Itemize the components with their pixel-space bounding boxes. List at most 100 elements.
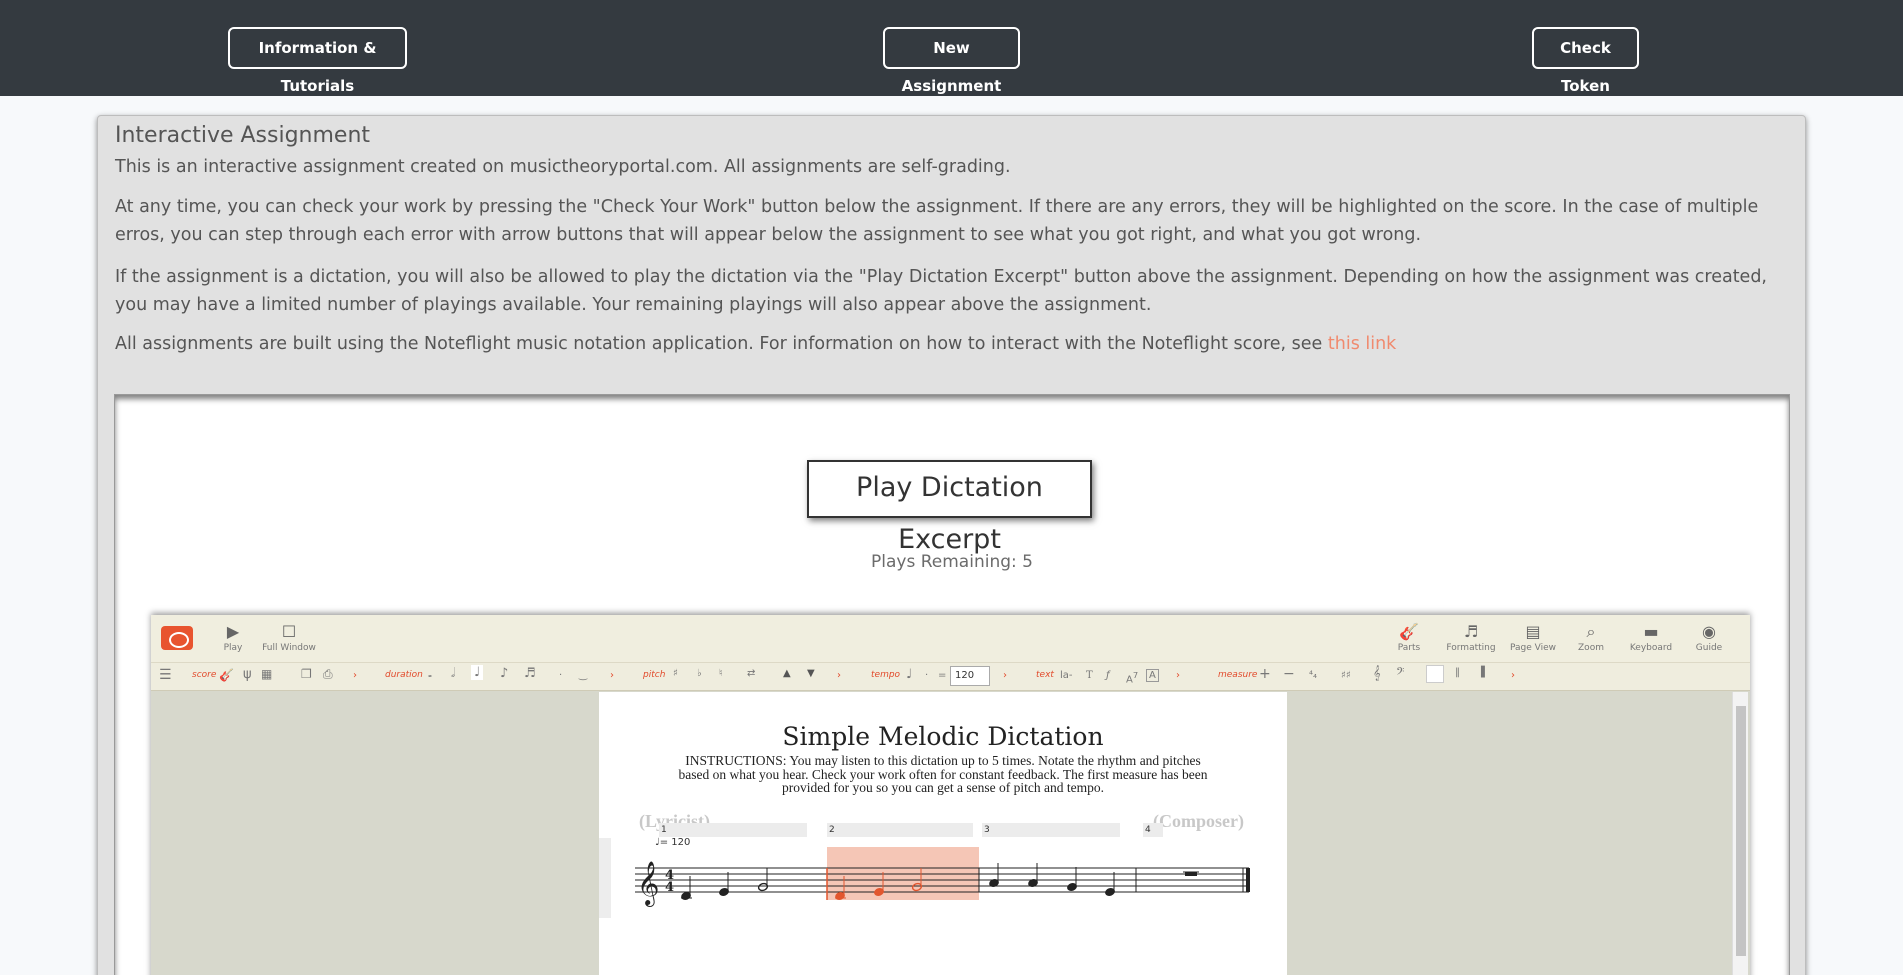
play-dictation-button[interactable]: Play Dictation Excerpt <box>807 460 1092 555</box>
page-view-tool[interactable]: ▤ Page View <box>1503 621 1563 653</box>
keyboard-tool-label: Keyboard <box>1629 643 1673 653</box>
chevron-right-icon[interactable]: › <box>1003 670 1007 681</box>
print-icon[interactable]: ⎙ <box>323 667 333 682</box>
whole-rest <box>1185 872 1197 876</box>
tuning-fork-icon[interactable]: ψ <box>243 667 252 682</box>
assignment-panel: Interactive Assignment This is an intera… <box>97 115 1806 975</box>
text-icon[interactable]: T <box>1086 670 1093 681</box>
score-title[interactable]: Simple Melodic Dictation <box>599 722 1287 751</box>
noteflight-paragraph-text: All assignments are built using the Note… <box>115 334 1328 354</box>
barline-final-icon[interactable]: ▌ <box>1481 667 1489 678</box>
noteflight-logo-icon[interactable] <box>161 626 193 650</box>
full-window-tool[interactable]: ☐ Full Window <box>259 621 319 653</box>
guitar-icon: 🎸 <box>1399 622 1419 641</box>
score-instructions[interactable]: INSTRUCTIONS: You may listen to this dic… <box>669 754 1217 795</box>
formatting-icon: ♬ <box>1463 622 1479 641</box>
dynamics-icon[interactable]: ƒ <box>1106 670 1110 681</box>
tempo-equals: = <box>938 670 947 681</box>
flat-icon[interactable]: ♭ <box>697 668 702 679</box>
time-signature-bottom: 4 <box>665 880 674 895</box>
palette-pitch-label: pitch <box>643 670 666 680</box>
parts-tool-label: Parts <box>1397 643 1421 653</box>
staff[interactable]: 𝄞 4 4 <box>599 832 1287 952</box>
guitar-small-icon[interactable]: 🎸 <box>219 668 234 682</box>
play-tool[interactable]: ▶ Play <box>203 621 263 653</box>
chevron-right-icon[interactable]: › <box>837 670 841 681</box>
sixteenth-note-icon[interactable]: ♬ <box>524 666 536 681</box>
time-signature-icon[interactable]: ⁴₄ <box>1309 670 1317 681</box>
guide-tool-label: Guide <box>1695 643 1723 653</box>
bass-clef-icon[interactable]: 𝄢 <box>1396 666 1404 681</box>
parts-tool[interactable]: 🎸 Parts <box>1379 621 1439 653</box>
tie-icon[interactable]: ‿ <box>579 670 587 681</box>
zoom-icon: ⌕ <box>1586 622 1596 641</box>
score-page[interactable]: Simple Melodic Dictation INSTRUCTIONS: Y… <box>599 692 1287 975</box>
score-settings-icon[interactable]: ▦ <box>261 667 272 681</box>
chord-symbol-icon[interactable]: A7 <box>1126 670 1138 685</box>
score-scrollbar[interactable] <box>1732 692 1748 975</box>
keyboard-icon: ▬ <box>1643 622 1659 641</box>
scrollbar-thumb[interactable] <box>1736 706 1746 956</box>
add-measure-icon[interactable]: + <box>1259 666 1271 682</box>
new-assignment-button[interactable]: New Assignment <box>883 27 1020 95</box>
top-navbar: Information & Tutorials New Assignment C… <box>0 0 1903 96</box>
full-window-tool-label: Full Window <box>262 643 316 653</box>
pitch-up-icon[interactable]: ▲ <box>783 668 791 679</box>
treble-clef-icon[interactable]: 𝄞 <box>1373 666 1381 681</box>
assignment-area: Play Dictation Excerpt Plays Remaining: … <box>115 395 1789 975</box>
barline-single-icon[interactable] <box>1426 665 1444 683</box>
composer-placeholder[interactable]: (Composer) <box>1153 811 1244 832</box>
palette-duration-label: duration <box>385 670 423 680</box>
sharp-icon[interactable]: ♯ <box>673 668 678 679</box>
play-tool-label: Play <box>223 643 243 653</box>
page-view-icon: ▤ <box>1525 622 1541 641</box>
half-note-icon[interactable]: 𝅗𝅥 <box>451 666 455 681</box>
final-barline-thick <box>1246 868 1250 892</box>
formatting-tool[interactable]: ♬ Formatting <box>1441 621 1501 653</box>
dictation-paragraph: If the assignment is a dictation, you wi… <box>115 267 1767 315</box>
rehearsal-mark-icon[interactable]: A <box>1146 669 1159 682</box>
check-token-button[interactable]: Check Token <box>1532 27 1639 95</box>
eighth-note-icon[interactable]: ♪ <box>500 666 508 681</box>
intro-paragraph: This is an interactive assignment create… <box>115 157 1011 177</box>
tempo-note-icon: ♩ <box>906 667 913 682</box>
remove-measure-icon[interactable]: − <box>1283 666 1295 682</box>
guide-tool[interactable]: ◉ Guide <box>1679 621 1739 653</box>
keyboard-tool[interactable]: ▬ Keyboard <box>1621 621 1681 653</box>
noteflight-editor: ▶ Play ☐ Full Window 🎸 Parts ♬ Formattin… <box>151 615 1750 975</box>
key-signature-icon[interactable]: ♯♯ <box>1341 670 1351 681</box>
assignment-title: Interactive Assignment <box>115 123 371 148</box>
pitch-down-icon[interactable]: ▼ <box>807 668 815 679</box>
dot-icon[interactable]: · <box>559 670 562 681</box>
palette-text-label: text <box>1036 670 1054 680</box>
full-window-icon: ☐ <box>281 622 297 641</box>
tutorial-link[interactable]: this link <box>1328 334 1396 354</box>
page-view-tool-label: Page View <box>1509 643 1556 653</box>
lyrics-icon[interactable]: la- <box>1060 670 1073 681</box>
guide-icon: ◉ <box>1702 622 1716 641</box>
quarter-note-icon[interactable]: ♩ <box>471 665 484 680</box>
menu-icon[interactable]: ☰ <box>159 667 172 683</box>
palette-tempo-label: tempo <box>871 670 901 680</box>
enharmonic-icon[interactable]: ⇄ <box>747 668 755 679</box>
chevron-right-icon[interactable]: › <box>610 670 614 681</box>
zoom-tool[interactable]: ⌕ Zoom <box>1561 621 1621 653</box>
treble-clef-icon: 𝄞 <box>637 861 659 907</box>
natural-icon[interactable]: ♮ <box>719 668 723 679</box>
whole-note-icon[interactable]: 𝅝 <box>428 669 432 680</box>
noteflight-palette: ☰ score 🎸 ψ ▦ ❐ ⎙ › duration 𝅝 𝅗𝅥 ♩ ♪ ♬ … <box>151 663 1750 691</box>
chevron-right-icon[interactable]: › <box>353 670 357 681</box>
noteflight-toolbar: ▶ Play ☐ Full Window 🎸 Parts ♬ Formattin… <box>151 615 1750 663</box>
tempo-input[interactable]: 120 <box>950 666 990 686</box>
dot-icon[interactable]: · <box>925 670 928 681</box>
formatting-tool-label: Formatting <box>1446 643 1496 653</box>
barline-double-icon[interactable]: ‖ <box>1455 667 1460 678</box>
zoom-tool-label: Zoom <box>1578 643 1604 653</box>
palette-measure-label: measure <box>1218 670 1258 680</box>
play-icon: ▶ <box>226 622 240 641</box>
chevron-right-icon[interactable]: › <box>1511 670 1515 681</box>
copy-icon[interactable]: ❐ <box>301 667 312 681</box>
information-tutorials-button[interactable]: Information & Tutorials <box>228 27 407 95</box>
chevron-right-icon[interactable]: › <box>1176 670 1180 681</box>
plays-remaining: Plays Remaining: 5 <box>871 552 1033 572</box>
